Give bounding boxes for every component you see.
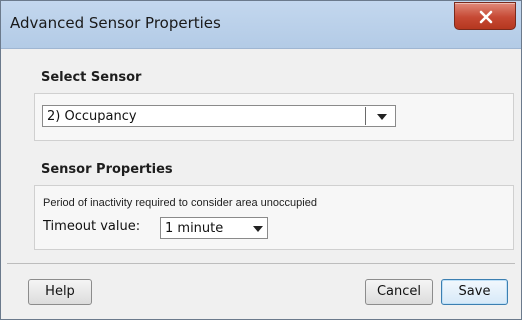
close-icon: [479, 10, 493, 24]
save-button[interactable]: Save: [441, 279, 508, 305]
title-bar[interactable]: Advanced Sensor Properties: [1, 1, 521, 49]
close-button[interactable]: [454, 2, 516, 30]
timeout-select[interactable]: 1 minute: [160, 217, 268, 239]
cancel-button[interactable]: Cancel: [365, 279, 433, 305]
help-button[interactable]: Help: [28, 279, 92, 305]
footer-divider: [7, 263, 515, 264]
sensor-properties-heading: Sensor Properties: [41, 162, 173, 177]
timeout-select-value: 1 minute: [165, 221, 224, 236]
window-title: Advanced Sensor Properties: [10, 14, 221, 32]
sensor-properties-panel: Period of inactivity required to conside…: [34, 185, 514, 250]
dialog-window: Advanced Sensor Properties Select Sensor…: [0, 0, 522, 320]
timeout-label: Timeout value:: [43, 219, 141, 234]
dialog-content: Select Sensor 2) Occupancy Sensor Proper…: [7, 49, 515, 259]
chevron-down-icon: [247, 218, 267, 238]
select-sensor-heading: Select Sensor: [41, 70, 142, 85]
select-sensor-panel: 2) Occupancy: [34, 93, 514, 141]
sensor-select-value: 2) Occupancy: [47, 109, 137, 124]
inactivity-description: Period of inactivity required to conside…: [43, 197, 317, 209]
sensor-select[interactable]: 2) Occupancy: [42, 105, 396, 127]
chevron-down-icon: [371, 106, 391, 126]
